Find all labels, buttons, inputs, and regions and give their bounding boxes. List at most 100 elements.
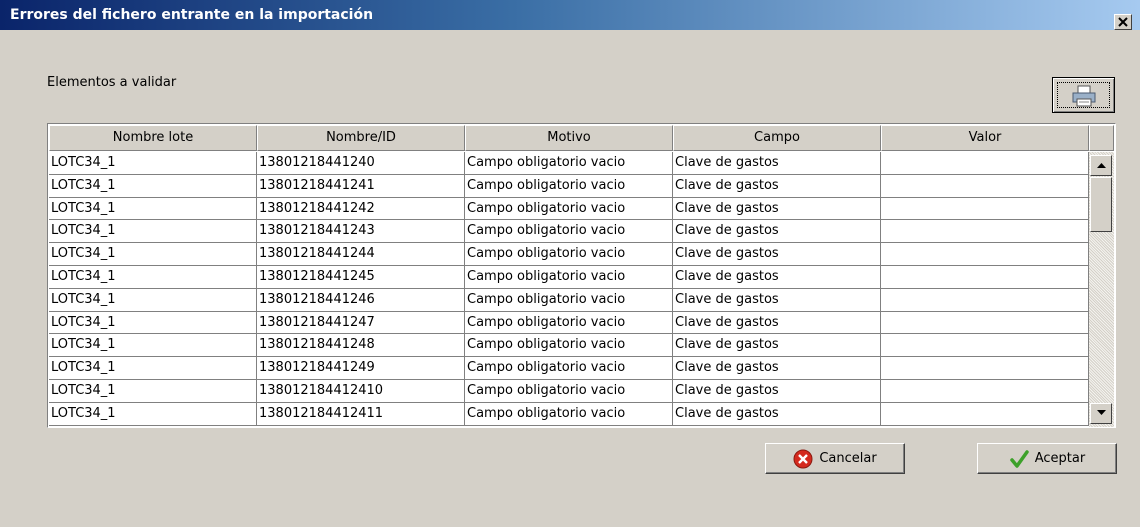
table-cell: Campo obligatorio vacio xyxy=(465,357,673,380)
table-row[interactable]: LOTC34_1 13801218441247 Campo obligatorio … xyxy=(49,311,1089,335)
accept-button[interactable]: Aceptar xyxy=(977,443,1117,474)
table-row[interactable]: LOTC34_1 13801218441241 Campo obligatorio … xyxy=(49,174,1089,198)
table-cell: LOTC34_1 xyxy=(49,288,257,312)
table-cell xyxy=(881,334,1089,358)
cancel-x-icon xyxy=(793,449,813,468)
table-cell xyxy=(881,357,1089,380)
table-cell: Campo obligatorio vacio xyxy=(465,334,673,358)
table-cell: Campo obligatorio vacio xyxy=(465,220,673,244)
table-cell xyxy=(881,288,1089,312)
table-cell: Clave de gastos xyxy=(673,265,881,289)
table-cell: LOTC34_1 xyxy=(49,311,257,335)
validation-table[interactable]: Nombre lote Nombre/ID Motivo Campo Valor LOT… xyxy=(47,123,1116,428)
vertical-scrollbar[interactable] xyxy=(1089,152,1114,427)
table-cell xyxy=(881,243,1089,266)
table-cell: 13801218441243 xyxy=(257,220,465,244)
scroll-thumb[interactable] xyxy=(1090,177,1112,232)
close-icon xyxy=(1118,17,1128,27)
table-row[interactable]: LOTC34_1 13801218441248 Campo obligatorio … xyxy=(49,334,1089,358)
table-row[interactable]: LOTC34_1 13801218441246 Campo obligatorio … xyxy=(49,288,1089,312)
table-row[interactable]: LOTC34_1 13801218441244 Campo obligatorio … xyxy=(49,243,1089,266)
table-cell: 13801218441246 xyxy=(257,288,465,312)
column-header[interactable]: Valor xyxy=(881,125,1089,151)
table-cell: Clave de gastos xyxy=(673,311,881,335)
table-cell: LOTC34_1 xyxy=(49,174,257,198)
table-header: Nombre lote Nombre/ID Motivo Campo Valor xyxy=(49,125,1089,151)
table-cell: Clave de gastos xyxy=(673,334,881,358)
table-cell: Clave de gastos xyxy=(673,288,881,312)
table-cell: Clave de gastos xyxy=(673,174,881,198)
table-cell: Campo obligatorio vacio xyxy=(465,288,673,312)
table-body: LOTC34_1 13801218441240 Campo obligatorio … xyxy=(49,152,1089,426)
table-cell: 13801218441241 xyxy=(257,174,465,198)
column-header[interactable]: Campo xyxy=(673,125,881,151)
table-cell: 13801218441248 xyxy=(257,334,465,358)
table-row[interactable]: LOTC34_1 13801218441245 Campo obligatorio … xyxy=(49,265,1089,289)
scroll-up-button[interactable] xyxy=(1090,155,1112,176)
table-cell xyxy=(881,197,1089,221)
table-cell xyxy=(881,152,1089,175)
table-cell: Campo obligatorio vacio xyxy=(465,197,673,221)
table-cell: Campo obligatorio vacio xyxy=(465,174,673,198)
accept-button-label: Aceptar xyxy=(1034,451,1086,466)
table-cell: 13801218441244 xyxy=(257,243,465,266)
table-cell: LOTC34_1 xyxy=(49,334,257,358)
table-row[interactable]: LOTC34_1 138012184412410 Campo obligatorio… xyxy=(49,379,1089,403)
arrow-up-icon xyxy=(1097,163,1106,168)
table-cell: Campo obligatorio vacio xyxy=(465,152,673,175)
table-cell: Clave de gastos xyxy=(673,243,881,266)
table-cell: LOTC34_1 xyxy=(49,402,257,426)
table-cell: LOTC34_1 xyxy=(49,243,257,266)
table-cell: 138012184412410 xyxy=(257,379,465,403)
table-cell: LOTC34_1 xyxy=(49,220,257,244)
scroll-down-button[interactable] xyxy=(1090,403,1112,424)
table-cell: Campo obligatorio vacio xyxy=(465,243,673,266)
print-button[interactable] xyxy=(1052,77,1115,113)
table-cell xyxy=(881,220,1089,244)
table-cell: 13801218441240 xyxy=(257,152,465,175)
header-corner xyxy=(1089,125,1114,151)
table-cell: 13801218441245 xyxy=(257,265,465,289)
column-header[interactable]: Nombre/ID xyxy=(257,125,465,151)
table-cell xyxy=(881,174,1089,198)
table-cell: 13801218441247 xyxy=(257,311,465,335)
table-row[interactable]: LOTC34_1 13801218441242 Campo obligatorio … xyxy=(49,197,1089,221)
table-cell: 138012184412411 xyxy=(257,402,465,426)
table-cell xyxy=(881,265,1089,289)
table-row[interactable]: LOTC34_1 13801218441240 Campo obligatorio … xyxy=(49,152,1089,175)
title-bar: Errores del fichero entrante en la impor… xyxy=(0,0,1140,30)
window-title: Errores del fichero entrante en la impor… xyxy=(10,7,374,23)
table-cell: LOTC34_1 xyxy=(49,379,257,403)
table-cell: Campo obligatorio vacio xyxy=(465,402,673,426)
table-cell: LOTC34_1 xyxy=(49,265,257,289)
table-cell: Clave de gastos xyxy=(673,402,881,426)
table-cell: LOTC34_1 xyxy=(49,152,257,175)
cancel-button-label: Cancelar xyxy=(819,451,877,466)
section-label: Elementos a validar xyxy=(47,75,177,90)
table-cell: 13801218441242 xyxy=(257,197,465,221)
table-cell: LOTC34_1 xyxy=(49,197,257,221)
table-row[interactable]: LOTC34_1 13801218441243 Campo obligatorio … xyxy=(49,220,1089,244)
checkmark-icon xyxy=(1010,449,1029,468)
column-header[interactable]: Motivo xyxy=(465,125,673,151)
arrow-down-icon xyxy=(1097,410,1106,415)
cancel-button[interactable]: Cancelar xyxy=(765,443,905,474)
table-cell: LOTC34_1 xyxy=(49,357,257,380)
table-row[interactable]: LOTC34_1 13801218441249 Campo obligatorio … xyxy=(49,357,1089,380)
table-cell: Clave de gastos xyxy=(673,379,881,403)
table-cell: Clave de gastos xyxy=(673,220,881,244)
table-cell xyxy=(881,311,1089,335)
table-cell: Clave de gastos xyxy=(673,357,881,380)
close-button[interactable] xyxy=(1114,14,1132,30)
table-cell xyxy=(881,402,1089,426)
column-header[interactable]: Nombre lote xyxy=(49,125,257,151)
table-cell: Clave de gastos xyxy=(673,152,881,175)
table-cell: Campo obligatorio vacio xyxy=(465,311,673,335)
printer-icon xyxy=(1072,85,1096,107)
table-cell: Campo obligatorio vacio xyxy=(465,379,673,403)
table-cell: Campo obligatorio vacio xyxy=(465,265,673,289)
table-row[interactable]: LOTC34_1 138012184412411 Campo obligatorio… xyxy=(49,402,1089,426)
table-cell xyxy=(881,379,1089,403)
table-cell: 13801218441249 xyxy=(257,357,465,380)
table-cell: Clave de gastos xyxy=(673,197,881,221)
